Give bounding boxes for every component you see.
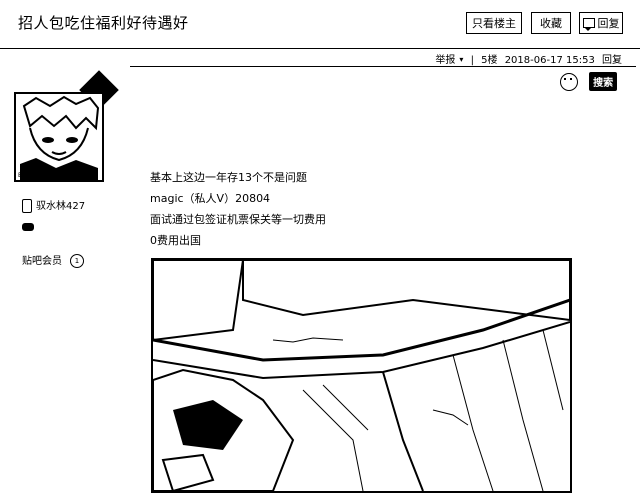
username[interactable]: 驭水林427 <box>36 201 85 212</box>
gamepad-icon[interactable] <box>22 223 34 231</box>
divider <box>130 66 636 67</box>
reply-icon <box>582 18 595 31</box>
thread-header: 招人包吃住福利好待遇好 只看楼主 收藏 回复 <box>0 0 640 49</box>
thread-title: 招人包吃住福利好待遇好 <box>18 14 189 32</box>
phone-icon <box>22 199 32 213</box>
reply-link[interactable]: 回复 <box>602 55 622 66</box>
favorite-button[interactable]: 收藏 <box>531 12 571 34</box>
avatar[interactable] <box>14 92 104 182</box>
username-row: 驭水林427 <box>22 197 85 213</box>
post-line: 基本上这边一年存13个不是问题 <box>150 171 307 184</box>
post-image[interactable] <box>151 258 572 493</box>
post-line: 0费用出国 <box>150 234 201 247</box>
post-timestamp: 2018-06-17 15:53 <box>504 55 595 66</box>
reply-button-label: 回复 <box>597 17 620 30</box>
member-row: 贴吧会员 1 <box>22 252 88 268</box>
avatar-image <box>16 94 102 180</box>
game-row <box>22 222 38 233</box>
post-tools: 搜索 <box>560 71 618 91</box>
only-landlord-button[interactable]: 只看楼主 <box>466 12 522 34</box>
avatar-caption: ELIEE ONLY DOSE <box>18 172 79 179</box>
member-label[interactable]: 贴吧会员 <box>22 256 62 267</box>
post-meta: 举报 ▾ | 5楼 2018-06-17 15:53 回复 <box>431 51 622 66</box>
reply-button[interactable]: 回复 <box>579 12 623 34</box>
report-link[interactable]: 举报 <box>435 55 455 66</box>
search-button[interactable]: 搜索 <box>589 72 618 91</box>
post-line: magic（私人V）20804 <box>150 192 271 205</box>
post-line: 面试通过包签证机票保关等一切费用 <box>150 213 326 226</box>
post-body: 基本上这边一年存13个不是问题 magic（私人V）20804 面试通过包签证机… <box>150 171 326 255</box>
chevron-down-icon[interactable]: ▾ <box>459 55 463 64</box>
floor-number: 5楼 <box>481 55 498 66</box>
separator: | <box>470 55 474 66</box>
member-badge-icon[interactable]: 1 <box>70 254 84 268</box>
post-image-graphic <box>153 260 570 491</box>
emoji-icon[interactable] <box>560 72 578 91</box>
